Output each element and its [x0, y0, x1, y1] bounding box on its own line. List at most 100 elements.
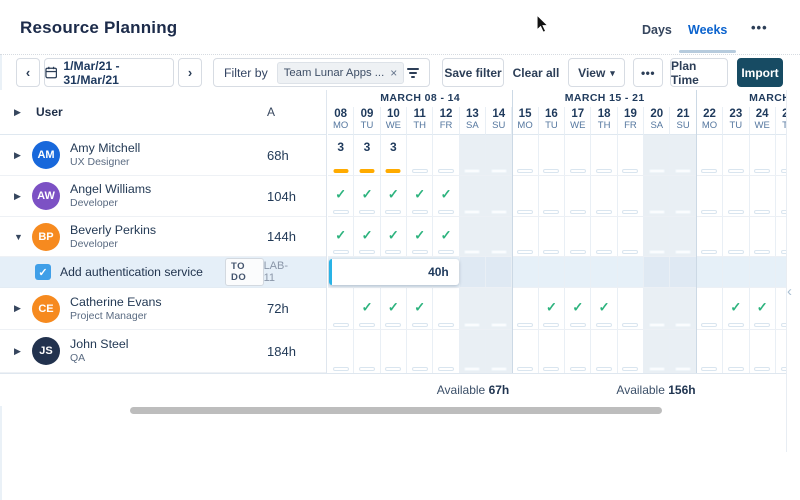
task-row[interactable]: ✓Add authentication serviceTO DOLAB-11	[0, 257, 326, 288]
day-cell[interactable]	[750, 217, 776, 256]
day-cell[interactable]	[670, 217, 696, 256]
task-checkbox[interactable]: ✓	[35, 264, 51, 280]
day-cell[interactable]	[512, 288, 538, 329]
day-cell[interactable]	[407, 330, 433, 373]
day-cell[interactable]	[776, 135, 786, 175]
filter-funnel-icon[interactable]	[407, 68, 419, 78]
scroll-left-icon[interactable]: ‹	[787, 283, 792, 300]
day-cell[interactable]: ✓	[328, 176, 354, 216]
day-cell[interactable]: ✓	[381, 217, 407, 256]
day-cell[interactable]	[512, 176, 538, 216]
day-cell[interactable]	[618, 288, 644, 329]
day-cell[interactable]	[776, 217, 786, 256]
day-cell[interactable]	[539, 330, 565, 373]
import-button[interactable]: Import	[737, 58, 783, 87]
day-cell[interactable]: ✓	[407, 217, 433, 256]
filter-chip[interactable]: Team Lunar Apps ... ×	[277, 62, 405, 84]
day-cell[interactable]	[750, 330, 776, 373]
day-cell[interactable]	[750, 176, 776, 216]
save-filter-button[interactable]: Save filter	[442, 58, 504, 87]
day-cell[interactable]	[697, 135, 723, 175]
day-cell[interactable]	[644, 176, 670, 216]
day-cell[interactable]: ✓	[723, 288, 749, 329]
day-cell[interactable]	[565, 135, 591, 175]
user-row[interactable]: ▶AMAmy MitchellUX Designer68h	[0, 135, 326, 176]
day-cell[interactable]: 3	[354, 135, 380, 175]
day-cell[interactable]	[486, 257, 512, 287]
day-cell[interactable]	[512, 217, 538, 256]
day-cell[interactable]	[539, 217, 565, 256]
day-cell[interactable]	[723, 217, 749, 256]
expand-arrow-icon[interactable]: ▶	[14, 303, 24, 314]
day-cell[interactable]	[539, 176, 565, 216]
day-cell[interactable]	[750, 135, 776, 175]
day-cell[interactable]	[486, 288, 512, 329]
day-cell[interactable]: ✓	[539, 288, 565, 329]
day-cell[interactable]	[460, 135, 486, 175]
day-cell[interactable]	[697, 257, 723, 287]
chip-remove-icon[interactable]: ×	[390, 66, 397, 80]
day-cell[interactable]	[328, 330, 354, 373]
expand-arrow-icon[interactable]: ▶	[14, 346, 24, 357]
tab-days[interactable]: Days	[642, 23, 672, 37]
day-cell[interactable]	[618, 330, 644, 373]
day-cell[interactable]: ✓	[328, 217, 354, 256]
day-cell[interactable]	[591, 217, 617, 256]
day-cell[interactable]: ✓	[565, 288, 591, 329]
day-cell[interactable]	[539, 257, 565, 287]
next-period-button[interactable]: ›	[178, 58, 202, 87]
day-cell[interactable]	[328, 288, 354, 329]
day-cell[interactable]: ✓	[381, 288, 407, 329]
day-cell[interactable]: ✓	[433, 217, 459, 256]
user-row[interactable]: ▶AWAngel WilliamsDeveloper104h	[0, 176, 326, 217]
day-cell[interactable]	[433, 330, 459, 373]
day-cell[interactable]	[644, 257, 670, 287]
day-cell[interactable]	[776, 176, 786, 216]
toolbar-more-button[interactable]: •••	[633, 58, 663, 87]
day-cell[interactable]	[723, 330, 749, 373]
day-cell[interactable]	[644, 217, 670, 256]
day-cell[interactable]: ✓	[354, 217, 380, 256]
view-dropdown[interactable]: View ▾	[568, 58, 625, 87]
day-cell[interactable]	[354, 330, 380, 373]
day-cell[interactable]	[776, 257, 786, 287]
day-cell[interactable]	[486, 217, 512, 256]
day-cell[interactable]: 3	[381, 135, 407, 175]
day-cell[interactable]: ✓	[354, 288, 380, 329]
day-cell[interactable]	[486, 176, 512, 216]
day-cell[interactable]	[670, 288, 696, 329]
collapse-arrow-icon[interactable]: ▼	[14, 232, 24, 242]
day-cell[interactable]	[460, 288, 486, 329]
expand-arrow-icon[interactable]: ▶	[14, 191, 24, 202]
day-cell[interactable]	[381, 330, 407, 373]
user-row[interactable]: ▼BPBeverly PerkinsDeveloper144h	[0, 217, 326, 257]
day-cell[interactable]	[776, 330, 786, 373]
day-cell[interactable]	[723, 176, 749, 216]
day-cell[interactable]	[697, 217, 723, 256]
day-cell[interactable]	[407, 135, 433, 175]
day-cell[interactable]: ✓	[433, 176, 459, 216]
day-cell[interactable]	[697, 176, 723, 216]
day-cell[interactable]	[460, 217, 486, 256]
day-cell[interactable]	[460, 330, 486, 373]
tab-weeks[interactable]: Weeks	[688, 23, 727, 37]
day-cell[interactable]	[644, 288, 670, 329]
day-cell[interactable]	[591, 257, 617, 287]
day-cell[interactable]	[512, 135, 538, 175]
day-cell[interactable]	[433, 135, 459, 175]
expand-arrow-icon[interactable]: ▶	[14, 150, 24, 161]
day-cell[interactable]	[512, 257, 538, 287]
day-cell[interactable]: 3	[328, 135, 354, 175]
day-cell[interactable]	[618, 176, 644, 216]
day-cell[interactable]	[565, 330, 591, 373]
day-cell[interactable]: ✓	[381, 176, 407, 216]
day-cell[interactable]	[670, 135, 696, 175]
day-cell[interactable]	[565, 176, 591, 216]
day-cell[interactable]	[697, 330, 723, 373]
day-cell[interactable]	[644, 330, 670, 373]
day-cell[interactable]	[618, 217, 644, 256]
user-row[interactable]: ▶CECatherine EvansProject Manager72h	[0, 288, 326, 330]
day-cell[interactable]	[591, 135, 617, 175]
day-cell[interactable]	[460, 176, 486, 216]
day-cell[interactable]: ✓	[407, 176, 433, 216]
